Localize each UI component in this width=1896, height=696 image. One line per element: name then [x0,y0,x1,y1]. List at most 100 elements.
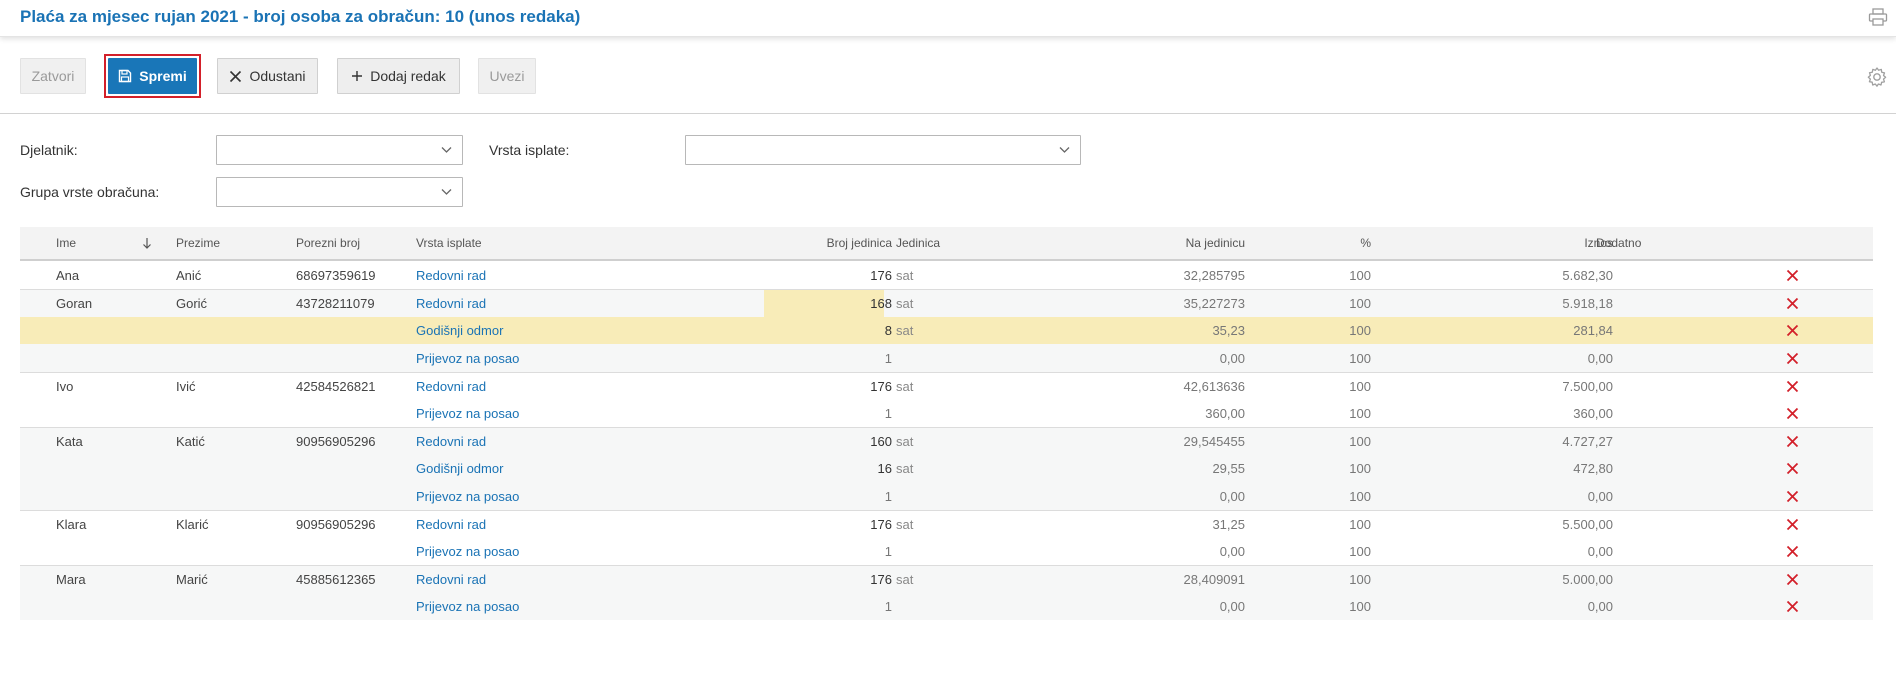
cell-vrsta-isplate[interactable]: Prijevoz na posao [416,593,519,620]
payment-type-select[interactable] [685,135,1081,165]
cell-broj-jedinica[interactable]: 1 [764,593,892,620]
gear-icon[interactable] [1866,66,1888,88]
column-header-iznos[interactable]: Iznos [1460,227,1613,259]
cell-vrsta-isplate[interactable]: Redovni rad [416,566,486,593]
cell-vrsta-isplate[interactable]: Redovni rad [416,428,486,455]
cell-jedinica: sat [896,296,914,311]
cell-na-jedinicu: 28,409091 [1183,572,1245,587]
table-row[interactable]: Godišnji odmor 16 sat 29,55 100 472,80 [20,455,1873,482]
cell-ime: Mara [56,572,86,587]
column-header-prezime[interactable]: Prezime [176,227,220,259]
delete-x-icon[interactable] [1784,344,1800,372]
plus-icon [352,71,363,81]
cell-vrsta-isplate[interactable]: Prijevoz na posao [416,538,519,565]
cell-broj-jedinica[interactable]: 1 [764,400,892,427]
cell-vrsta-isplate[interactable]: Prijevoz na posao [416,400,519,427]
cell-iznos: 0,00 [1587,488,1613,504]
cell-percent: 100 [1349,572,1371,587]
table-row[interactable]: Godišnji odmor 8 sat 35,23 100 281,84 [20,317,1873,344]
column-header-ime[interactable]: Ime [56,227,76,259]
table-row[interactable]: Ana Anić 68697359619 Redovni rad 176 sat 32,28… [20,261,1873,289]
delete-x-icon[interactable] [1784,511,1800,538]
cell-porezni-broj: 42584526821 [296,379,376,394]
cell-vrsta-isplate[interactable]: Prijevoz na posao [416,482,519,510]
table-row[interactable]: Prijevoz na posao 1 0,00 100 0,00 [20,538,1873,565]
cell-broj-jedinica[interactable]: 168 [764,290,892,317]
cell-broj-jedinica[interactable]: 176 [764,261,892,289]
column-header-broj-jedinica[interactable]: Broj jedinica [764,227,892,259]
print-icon[interactable] [1868,8,1888,26]
delete-x-icon[interactable] [1784,566,1800,593]
column-header-percent[interactable]: % [1300,227,1371,259]
cell-broj-jedinica[interactable]: 160 [764,428,892,455]
delete-x-icon[interactable] [1784,290,1800,317]
delete-x-icon[interactable] [1784,373,1800,400]
delete-x-icon[interactable] [1784,593,1800,620]
column-header-dodatno[interactable]: Dodatno [1596,227,1641,259]
delete-x-icon[interactable] [1784,400,1800,427]
cell-porezni-broj: 45885612365 [296,572,376,587]
cell-broj-jedinica[interactable]: 176 [764,566,892,593]
cell-na-jedinicu: 0,00 [1219,544,1245,559]
table-row[interactable]: Prijevoz na posao 1 0,00 100 0,00 [20,482,1873,510]
arrow-down-icon[interactable] [142,227,152,259]
table-row[interactable]: Goran Gorić 43728211079 Redovni rad 168 sat 35… [20,289,1873,317]
table-row[interactable]: Klara Klarić 90956905296 Redovni rad 176 sat 3… [20,510,1873,538]
cell-broj-jedinica[interactable]: 1 [764,538,892,565]
cell-broj-jedinica[interactable]: 176 [764,373,892,400]
import-button[interactable]: Uvezi [478,58,536,94]
cell-broj-jedinica[interactable]: 16 [764,455,892,482]
employee-select[interactable] [216,135,463,165]
table-row[interactable]: Mara Marić 45885612365 Redovni rad 176 sat 28,… [20,565,1873,593]
cell-vrsta-isplate[interactable]: Godišnji odmor [416,455,503,482]
column-header-na-jedinicu[interactable]: Na jedinicu [1030,227,1245,259]
delete-x-icon[interactable] [1784,455,1800,482]
save-button[interactable]: Spremi [108,58,197,94]
cell-percent: 100 [1349,434,1371,449]
column-header-porezni-broj[interactable]: Porezni broj [296,227,360,259]
delete-x-icon[interactable] [1784,482,1800,510]
cell-iznos: 5.918,18 [1562,296,1613,311]
cell-broj-jedinica[interactable]: 176 [764,511,892,538]
cell-na-jedinicu: 29,55 [1212,461,1245,476]
cell-na-jedinicu: 0,00 [1219,488,1245,504]
add-row-button[interactable]: Dodaj redak [337,58,460,94]
save-button-label: Spremi [139,68,187,84]
chevron-down-icon [1059,147,1070,153]
cell-prezime: Ivić [176,379,196,394]
column-header-vrsta-isplate[interactable]: Vrsta isplate [416,227,482,259]
add-row-button-label: Dodaj redak [370,68,446,84]
toolbar: Zatvori Spremi Odustani Dodaj redak Uvez… [0,37,1896,114]
table-row[interactable]: Ivo Ivić 42584526821 Redovni rad 176 sat 42,61… [20,372,1873,400]
cell-porezni-broj: 90956905296 [296,517,376,532]
column-header-jedinica[interactable]: Jedinica [896,227,940,259]
cancel-button-label: Odustani [249,68,306,84]
close-button[interactable]: Zatvori [20,58,86,94]
cell-vrsta-isplate[interactable]: Redovni rad [416,373,486,400]
cell-vrsta-isplate[interactable]: Prijevoz na posao [416,344,519,372]
table-row[interactable]: Prijevoz na posao 1 0,00 100 0,00 [20,344,1873,372]
cell-porezni-broj: 43728211079 [296,296,375,311]
cell-vrsta-isplate[interactable]: Redovni rad [416,290,486,317]
cell-vrsta-isplate[interactable]: Godišnji odmor [416,317,503,344]
cell-prezime: Klarić [176,517,209,532]
cancel-button[interactable]: Odustani [217,58,318,94]
delete-x-icon[interactable] [1784,538,1800,565]
delete-x-icon[interactable] [1784,261,1800,289]
cell-vrsta-isplate[interactable]: Redovni rad [416,511,486,538]
cell-vrsta-isplate[interactable]: Redovni rad [416,261,486,289]
page-header: Plaća za mjesec rujan 2021 - broj osoba … [0,0,1896,37]
table-row[interactable]: Kata Katić 90956905296 Redovni rad 160 sat 29,… [20,427,1873,455]
cell-broj-jedinica[interactable]: 1 [764,482,892,510]
cell-broj-jedinica[interactable]: 1 [764,344,892,372]
chevron-down-icon [441,147,452,153]
table-row[interactable]: Prijevoz na posao 1 0,00 100 0,00 [20,593,1873,620]
group-select[interactable] [216,177,463,207]
table-row[interactable]: Prijevoz na posao 1 360,00 100 360,00 [20,400,1873,427]
delete-x-icon[interactable] [1784,317,1800,344]
cell-iznos: 360,00 [1573,406,1613,421]
delete-x-icon[interactable] [1784,428,1800,455]
import-button-label: Uvezi [489,68,525,84]
cell-na-jedinicu: 31,25 [1212,517,1245,532]
cell-broj-jedinica[interactable]: 8 [764,317,892,344]
